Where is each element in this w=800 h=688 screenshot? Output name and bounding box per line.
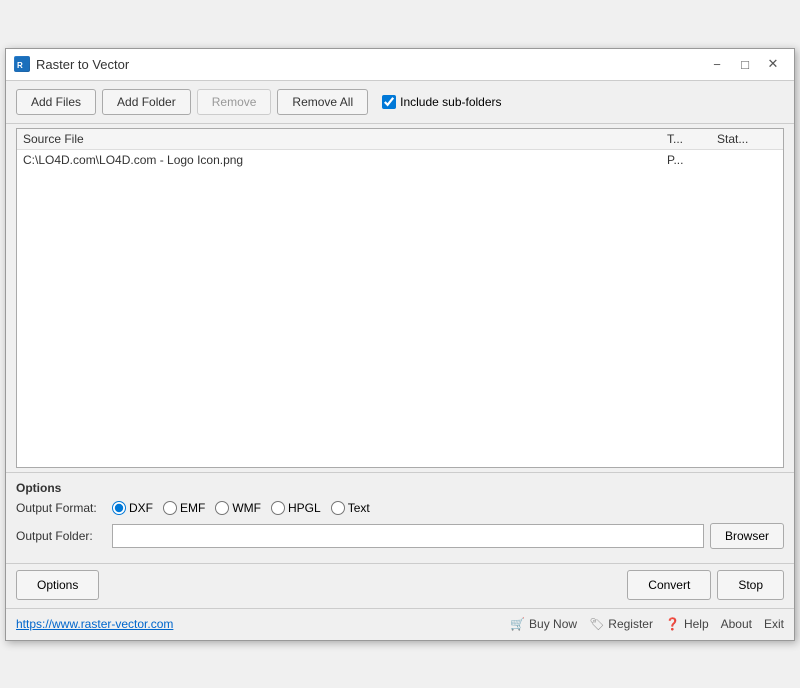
main-window: R Raster to Vector − □ ✕ Add Files Add F… <box>5 48 795 641</box>
file-source: C:\LO4D.com\LO4D.com - Logo Icon.png <box>23 153 667 167</box>
file-status <box>717 153 777 167</box>
label-wmf: WMF <box>232 501 261 515</box>
stop-button[interactable]: Stop <box>717 570 784 600</box>
label-text: Text <box>348 501 370 515</box>
exit-label: Exit <box>764 617 784 631</box>
minimize-button[interactable]: − <box>704 53 730 75</box>
buy-now-item[interactable]: 🛒 Buy Now <box>510 617 577 631</box>
status-bar: https://www.raster-vector.com 🛒 Buy Now … <box>6 608 794 640</box>
label-dxf: DXF <box>129 501 153 515</box>
status-right: 🛒 Buy Now 🏷 Register ❓ Help About Exit <box>510 617 784 631</box>
help-label: Help <box>684 617 709 631</box>
about-item[interactable]: About <box>721 617 752 631</box>
title-controls: − □ ✕ <box>704 53 786 75</box>
label-emf: EMF <box>180 501 205 515</box>
radio-dxf[interactable] <box>112 501 126 515</box>
register-label: Register <box>608 617 653 631</box>
file-type: P... <box>667 153 717 167</box>
svg-text:R: R <box>17 61 23 70</box>
format-radio-group: DXF EMF WMF HPGL Text <box>112 501 370 515</box>
label-hpgl: HPGL <box>288 501 321 515</box>
buy-now-icon: 🛒 <box>510 617 525 631</box>
format-text[interactable]: Text <box>331 501 370 515</box>
radio-emf[interactable] <box>163 501 177 515</box>
radio-text[interactable] <box>331 501 345 515</box>
about-label: About <box>721 617 752 631</box>
format-emf[interactable]: EMF <box>163 501 205 515</box>
options-button[interactable]: Options <box>16 570 99 600</box>
header-source-file: Source File <box>23 132 667 146</box>
header-status: Stat... <box>717 132 777 146</box>
help-item[interactable]: ❓ Help <box>665 617 709 631</box>
title-bar-left: R Raster to Vector <box>14 56 129 72</box>
convert-button[interactable]: Convert <box>627 570 711 600</box>
window-title: Raster to Vector <box>36 57 129 72</box>
maximize-button[interactable]: □ <box>732 53 758 75</box>
include-subfolders-checkbox[interactable] <box>382 95 396 109</box>
toolbar: Add Files Add Folder Remove Remove All I… <box>6 81 794 124</box>
add-folder-button[interactable]: Add Folder <box>102 89 191 115</box>
remove-all-button[interactable]: Remove All <box>277 89 368 115</box>
register-item[interactable]: 🏷 Register <box>589 617 653 631</box>
app-icon: R <box>14 56 30 72</box>
table-row[interactable]: C:\LO4D.com\LO4D.com - Logo Icon.png P..… <box>17 150 783 170</box>
exit-item[interactable]: Exit <box>764 617 784 631</box>
website-link[interactable]: https://www.raster-vector.com <box>16 617 173 631</box>
buy-now-label: Buy Now <box>529 617 577 631</box>
add-files-button[interactable]: Add Files <box>16 89 96 115</box>
format-wmf[interactable]: WMF <box>215 501 261 515</box>
include-subfolders-label[interactable]: Include sub-folders <box>382 95 501 109</box>
remove-button[interactable]: Remove <box>197 89 272 115</box>
browser-button[interactable]: Browser <box>710 523 784 549</box>
radio-wmf[interactable] <box>215 501 229 515</box>
close-button[interactable]: ✕ <box>760 53 786 75</box>
output-folder-input[interactable] <box>112 524 704 548</box>
radio-hpgl[interactable] <box>271 501 285 515</box>
bottom-bar: Options Convert Stop <box>6 563 794 608</box>
format-dxf[interactable]: DXF <box>112 501 153 515</box>
output-format-row: Output Format: DXF EMF WMF HPGL <box>16 501 784 515</box>
output-format-label: Output Format: <box>16 501 106 515</box>
options-section: Options Output Format: DXF EMF WMF <box>6 472 794 563</box>
title-bar: R Raster to Vector − □ ✕ <box>6 49 794 81</box>
bottom-bar-right: Convert Stop <box>627 570 784 600</box>
file-list-header: Source File T... Stat... <box>17 129 783 150</box>
include-subfolders-text: Include sub-folders <box>400 95 501 109</box>
options-title: Options <box>16 481 784 495</box>
help-icon: ❓ <box>665 617 680 631</box>
header-type: T... <box>667 132 717 146</box>
output-folder-label: Output Folder: <box>16 529 106 543</box>
output-folder-row: Output Folder: Browser <box>16 523 784 549</box>
file-list-area[interactable]: Source File T... Stat... C:\LO4D.com\LO4… <box>16 128 784 468</box>
register-icon: 🏷 <box>589 617 604 631</box>
format-hpgl[interactable]: HPGL <box>271 501 321 515</box>
